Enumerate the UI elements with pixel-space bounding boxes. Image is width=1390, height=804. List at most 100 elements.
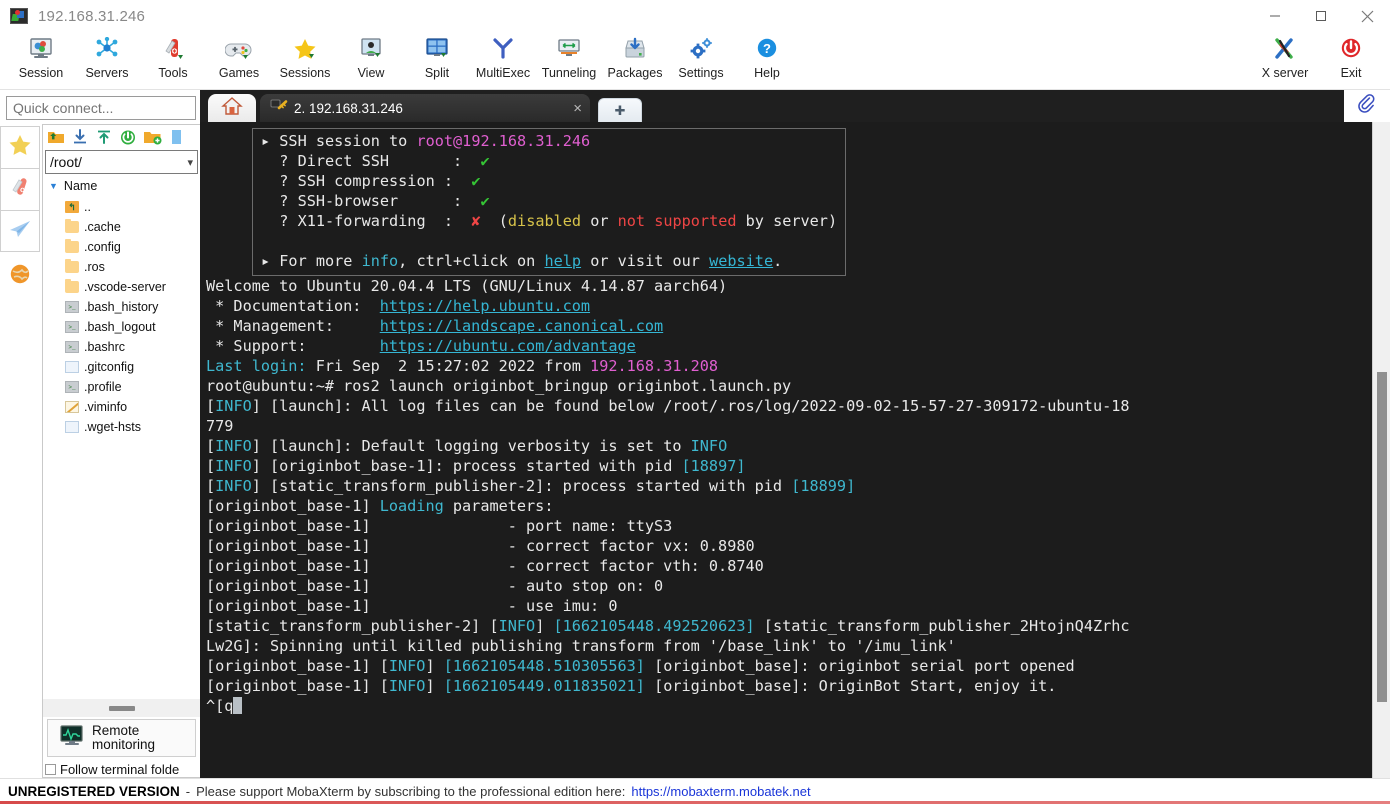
file-list[interactable]: ↰.. .cache .config .ros .vscode-server .bash_… (43, 196, 200, 699)
rail-button-sftp[interactable] (0, 210, 40, 252)
toolbar-button-exit[interactable]: Exit (1318, 32, 1384, 88)
shell-command: ros2 launch originbot_bringup originbot.… (343, 377, 792, 395)
terminal-area: 2. 192.168.31.246 × ✚ ▸ SSH session to r… (200, 90, 1390, 778)
toolbar-button-sessions[interactable]: Sessions (272, 32, 338, 88)
toolbar-button-xserver[interactable]: X server (1252, 32, 1318, 88)
status-dash: - (185, 784, 191, 799)
toolbar-button-view[interactable]: View (338, 32, 404, 88)
title-bar: 192.168.31.246 (0, 0, 1390, 32)
toolbar-label: View (357, 66, 385, 80)
upload-arrow-icon[interactable] (93, 127, 115, 147)
terminal-text: ? Direct SSH : (261, 152, 481, 170)
tab-close-icon[interactable]: × (551, 100, 582, 117)
follow-terminal-checkbox[interactable] (45, 764, 56, 775)
maximize-icon[interactable] (1298, 0, 1344, 32)
ubuntu-link: https://ubuntu.com/advantage (379, 337, 636, 355)
paperclip-icon (1357, 93, 1377, 119)
file-row[interactable]: ↰.. (43, 197, 200, 217)
terminal-text: . (773, 252, 783, 270)
toolbar-button-split[interactable]: Split (404, 32, 470, 88)
toolbar-button-games[interactable]: Games (206, 32, 272, 88)
terminal-text: ▸ For more (261, 252, 362, 270)
file-row[interactable]: .cache (43, 217, 200, 237)
terminal-line: ^[q (206, 696, 1372, 716)
tab-home[interactable] (208, 94, 256, 122)
file-row[interactable]: .bash_history (43, 297, 200, 317)
up-folder-icon[interactable] (45, 127, 67, 147)
view-icon (356, 35, 386, 62)
terminal-text: [originbot_base]: OriginBot Start, enjoy… (644, 677, 1057, 695)
panel-resize-grip[interactable] (43, 699, 200, 717)
new-file-icon[interactable] (165, 127, 187, 147)
rail-button-macros[interactable] (0, 252, 40, 300)
terminal-scrollbar[interactable] (1372, 122, 1390, 778)
terminal-text: 779 (206, 417, 234, 435)
status-message: Please support MobaXterm by subscribing … (196, 784, 626, 799)
follow-terminal-folder-row[interactable]: Follow terminal folde (43, 759, 200, 777)
download-arrow-icon[interactable] (69, 127, 91, 147)
terminal-text: * Support: (206, 337, 380, 355)
toolbar-button-tunneling[interactable]: Tunneling (536, 32, 602, 88)
rail-button-tools[interactable] (0, 168, 40, 210)
status-bar: UNREGISTERED VERSION - Please support Mo… (0, 778, 1390, 804)
quick-connect-box[interactable] (6, 96, 196, 120)
file-row[interactable]: .bashrc (43, 337, 200, 357)
attach-file-button[interactable] (1344, 90, 1390, 122)
mobaxterm-link[interactable]: https://mobaxterm.mobatek.net (631, 784, 810, 799)
file-row[interactable]: .profile (43, 377, 200, 397)
toolbar-button-tools[interactable]: Tools (140, 32, 206, 88)
tab-session[interactable]: 2. 192.168.31.246 × (260, 94, 590, 122)
status-mark: ✔ (480, 152, 490, 170)
terminal-text: [originbot_base-1] - use imu: 0 (206, 597, 618, 615)
file-row[interactable]: .viminfo (43, 397, 200, 417)
multiexec-icon (488, 35, 518, 62)
terminal-line: ? SSH-browser : ✔ (261, 191, 837, 211)
script-icon (65, 341, 79, 353)
file-row[interactable]: .vscode-server (43, 277, 200, 297)
terminal-text: * Documentation: (206, 297, 380, 315)
terminal-text: [ (206, 397, 216, 415)
terminal-text: by server) (736, 212, 838, 230)
file-row[interactable]: .gitconfig (43, 357, 200, 377)
terminal-scrollbar-thumb[interactable] (1377, 372, 1387, 702)
terminal-text: [1662105448.510305563] (443, 657, 645, 675)
toolbar-button-session[interactable]: Session (8, 32, 74, 88)
toolbar-button-settings[interactable]: Settings (668, 32, 734, 88)
toolbar-button-multiexec[interactable]: MultiExec (470, 32, 536, 88)
terminal-line: [originbot_base-1] - correct factor vx: … (206, 536, 1372, 556)
website-link: website (709, 252, 774, 270)
terminal-line: [originbot_base-1] [INFO] [1662105448.51… (206, 656, 1372, 676)
chevron-down-icon[interactable]: ▾ (187, 156, 193, 169)
terminal-line: [originbot_base-1] - port name: ttyS3 (206, 516, 1372, 536)
quick-connect-input[interactable] (13, 100, 195, 116)
file-row[interactable]: .bash_logout (43, 317, 200, 337)
terminal-output[interactable]: ▸ SSH session to root@192.168.31.246 ? D… (200, 122, 1372, 778)
minimize-icon[interactable] (1252, 0, 1298, 32)
terminal-line: [INFO] [launch]: Default logging verbosi… (206, 436, 1372, 456)
remote-monitoring-button[interactable]: Remote monitoring (47, 719, 196, 757)
terminal-text: INFO (498, 617, 536, 635)
file-row[interactable]: .config (43, 237, 200, 257)
new-tab-button[interactable]: ✚ (598, 98, 642, 122)
toolbar-label: Settings (678, 66, 724, 80)
monitor-graph-icon (58, 724, 86, 753)
rail-button-bookmarks[interactable] (0, 126, 40, 168)
file-row[interactable]: .wget-hsts (43, 417, 200, 437)
terminal-text: not supported (617, 212, 737, 230)
close-icon[interactable] (1344, 0, 1390, 32)
new-folder-icon[interactable] (141, 127, 163, 147)
terminal-line: Welcome to Ubuntu 20.04.4 LTS (GNU/Linux… (206, 276, 1372, 296)
path-bar[interactable]: /root/ ▾ (45, 150, 198, 174)
refresh-circle-icon[interactable] (117, 127, 139, 147)
terminal-line: [static_transform_publisher-2] [INFO] [1… (206, 616, 1372, 636)
sessions-star-icon (290, 35, 320, 62)
status-mark: ✔ (480, 192, 490, 210)
column-header-row[interactable]: ▼ Name (43, 176, 200, 196)
toolbar-label: Sessions (279, 66, 331, 80)
toolbar-label: Exit (1340, 66, 1362, 80)
toolbar-button-help[interactable]: ? Help (734, 32, 800, 88)
toolbar-button-servers[interactable]: Servers (74, 32, 140, 88)
file-row[interactable]: .ros (43, 257, 200, 277)
toolbar-button-packages[interactable]: Packages (602, 32, 668, 88)
